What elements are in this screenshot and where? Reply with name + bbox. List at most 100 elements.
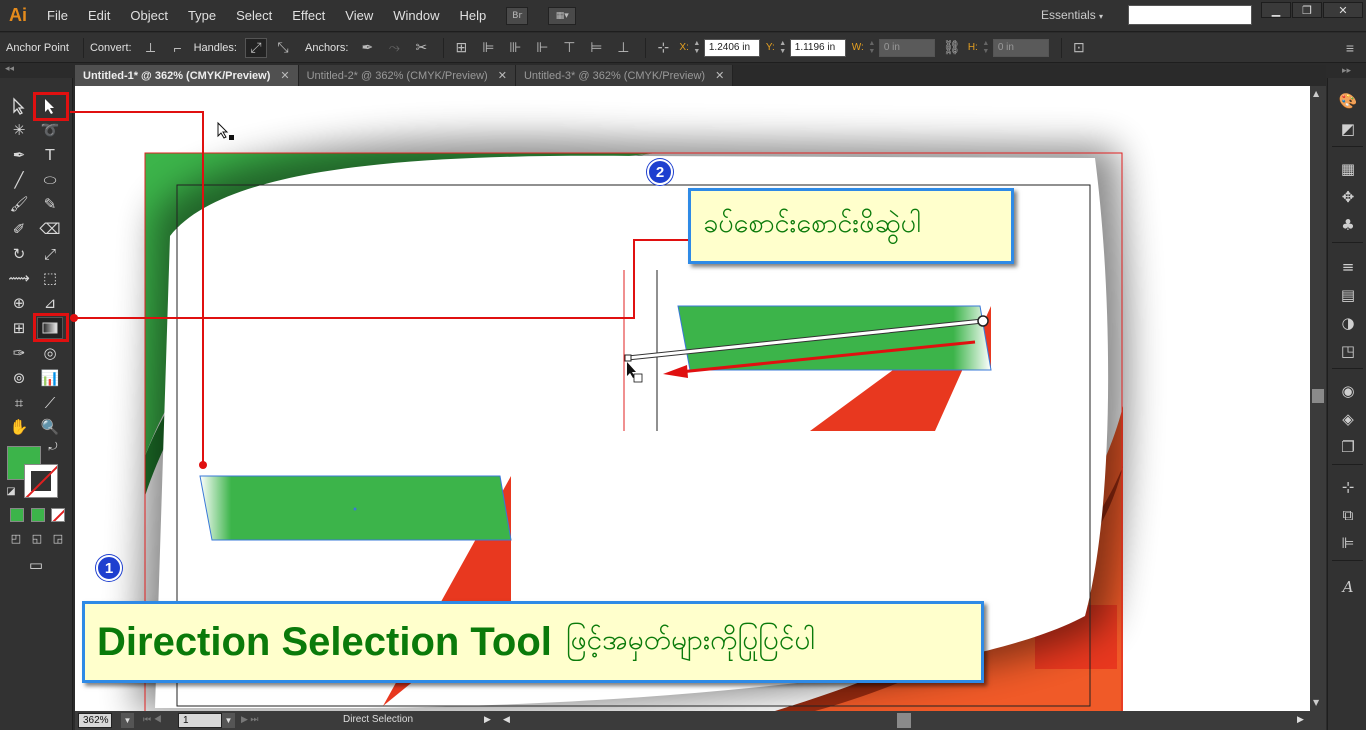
cut-path-icon[interactable]: ✂ — [410, 38, 432, 58]
convert-to-smooth-icon[interactable]: ⌐ — [167, 38, 189, 58]
paintbrush-tool-icon[interactable]: 🖌 — [6, 193, 32, 215]
layers-panel-icon[interactable]: ◈ — [1337, 408, 1359, 430]
gradient-start-stop[interactable] — [624, 354, 632, 362]
menu-select[interactable]: Select — [236, 8, 272, 23]
constrain-link-icon[interactable]: ⛓ — [941, 38, 963, 58]
menu-help[interactable]: Help — [459, 8, 486, 23]
pathfinder-panel-icon[interactable]: ⊫ — [1337, 532, 1359, 554]
zoom-tool-icon[interactable]: 🔍 — [37, 416, 63, 438]
symbol-sprayer-tool-icon[interactable]: ⊚ — [6, 367, 32, 389]
swatches-panel-icon[interactable]: ▦ — [1337, 158, 1359, 180]
search-input[interactable] — [1128, 5, 1252, 25]
y-stepper[interactable]: ▲ ▼ — [778, 39, 788, 57]
perspective-grid-tool-icon[interactable]: ⊿ — [37, 292, 63, 314]
shape-builder-tool-icon[interactable]: ⊕ — [6, 292, 32, 314]
width-tool-icon[interactable]: ⟿ — [6, 267, 32, 289]
line-segment-tool-icon[interactable]: ╱ — [6, 169, 32, 191]
transform-panel-icon[interactable]: ⊹ — [1337, 476, 1359, 498]
blend-tool-icon[interactable]: ◎ — [37, 342, 63, 364]
swap-fill-stroke-icon[interactable]: ⤾ — [46, 440, 60, 454]
eyedropper-tool-icon[interactable]: ✑ — [6, 342, 32, 364]
scroll-down-icon[interactable]: ▼ — [1313, 698, 1319, 707]
free-transform-tool-icon[interactable]: ⬚ — [37, 267, 63, 289]
type-tool-icon[interactable]: T — [37, 144, 63, 166]
artboards-panel-icon[interactable]: ❐ — [1337, 436, 1359, 458]
bridge-button[interactable]: Br — [506, 6, 529, 25]
close-tab-icon[interactable]: ✕ — [715, 69, 724, 82]
scroll-up-icon[interactable]: ▲ — [1313, 89, 1319, 98]
none-mode-icon[interactable] — [51, 508, 65, 522]
color-panel-icon[interactable]: 🎨 — [1337, 90, 1359, 112]
color-guide-panel-icon[interactable]: ◩ — [1337, 118, 1359, 140]
stroke-swatch[interactable] — [24, 464, 58, 498]
column-graph-tool-icon[interactable]: 📊 — [37, 367, 63, 389]
tab-untitled-1[interactable]: Untitled-1* @ 362% (CMYK/Preview) ✕ — [75, 65, 299, 86]
magic-wand-tool-icon[interactable]: ✳ — [6, 119, 32, 141]
gradient-panel-icon[interactable]: ▤ — [1337, 284, 1359, 306]
draw-inside-icon[interactable]: ◲ — [50, 530, 66, 546]
eraser-tool-icon[interactable]: ⌫ — [37, 218, 63, 240]
remove-anchor-icon[interactable]: ✒ — [356, 38, 378, 58]
toolbox-collapse-icon[interactable]: ◂◂ — [0, 64, 75, 78]
menu-edit[interactable]: Edit — [88, 8, 110, 23]
artboard-dropdown-icon[interactable]: ▼ — [222, 713, 235, 728]
artboard-tool-icon[interactable]: ⌗ — [6, 392, 32, 414]
lasso-tool-icon[interactable]: ➰ — [37, 119, 63, 141]
vertical-scroll-thumb[interactable] — [1312, 389, 1324, 403]
transparency-panel-icon[interactable]: ◑ — [1337, 312, 1359, 334]
arrange-documents-button[interactable]: ▦▾ — [548, 6, 577, 25]
ellipse-tool-icon[interactable]: ⬭ — [37, 169, 63, 191]
close-tab-icon[interactable]: ✕ — [498, 69, 507, 82]
scroll-left-icon[interactable]: ◀ — [503, 714, 510, 725]
control-panel-menu-icon[interactable]: ≡ — [1339, 38, 1361, 58]
show-handles-icon[interactable]: ⤢ — [244, 37, 267, 58]
selection-tool-icon[interactable] — [6, 95, 32, 117]
align-panel-icon[interactable]: ⧉ — [1337, 504, 1359, 526]
pencil-tool-icon[interactable]: ✎ — [37, 193, 63, 215]
restore-button[interactable]: ❐ — [1292, 2, 1322, 18]
appearance-panel-icon[interactable]: ◳ — [1337, 340, 1359, 362]
scale-tool-icon[interactable]: ⤢ — [37, 243, 63, 265]
scroll-right-icon[interactable]: ▶ — [1297, 714, 1304, 725]
tab-untitled-3[interactable]: Untitled-3* @ 362% (CMYK/Preview) ✕ — [515, 65, 734, 86]
minimize-button[interactable]: ▁ — [1261, 2, 1291, 18]
draw-behind-icon[interactable]: ◱ — [29, 530, 45, 546]
gradient-end-stop[interactable] — [977, 315, 989, 327]
brushes-panel-icon[interactable]: ✥ — [1337, 186, 1359, 208]
slice-tool-icon[interactable]: ⟋ — [37, 392, 63, 414]
menu-file[interactable]: File — [47, 8, 68, 23]
pen-tool-icon[interactable]: ✒ — [6, 144, 32, 166]
align-middle-icon[interactable]: ⊨ — [585, 38, 607, 58]
default-fill-stroke-icon[interactable]: ◪ — [4, 484, 18, 498]
convert-to-corner-icon[interactable]: ⟂ — [140, 38, 162, 58]
dock-collapse-icon[interactable]: ▸▸ — [1342, 66, 1351, 76]
status-menu-icon[interactable]: ▶ — [484, 714, 491, 725]
artboard-number-field[interactable]: 1 — [178, 713, 222, 728]
close-tab-icon[interactable]: ✕ — [280, 69, 289, 82]
vertical-scrollbar[interactable]: ▲ ▼ — [1310, 86, 1326, 711]
reference-point-icon[interactable]: ⊹ — [652, 38, 674, 58]
menu-effect[interactable]: Effect — [292, 8, 325, 23]
menu-window[interactable]: Window — [393, 8, 439, 23]
mesh-tool-icon[interactable]: ⊞ — [6, 317, 32, 339]
workspace-switcher[interactable]: Essentials ▾ — [1041, 8, 1103, 22]
menu-object[interactable]: Object — [130, 8, 168, 23]
zoom-field[interactable]: 362% — [78, 713, 112, 728]
x-field[interactable] — [703, 38, 760, 57]
menu-type[interactable]: Type — [188, 8, 216, 23]
gradient-mode-icon[interactable] — [31, 508, 45, 522]
x-stepper[interactable]: ▲ ▼ — [692, 39, 702, 57]
zoom-dropdown-icon[interactable]: ▼ — [121, 713, 134, 728]
align-left-icon[interactable]: ⊫ — [477, 38, 499, 58]
color-mode-icon[interactable] — [10, 508, 24, 522]
align-right-icon[interactable]: ⊩ — [531, 38, 553, 58]
isolate-object-icon[interactable]: ⊡ — [1068, 38, 1090, 58]
horizontal-scroll-thumb[interactable] — [897, 713, 911, 728]
graphic-styles-panel-icon[interactable]: ◉ — [1337, 380, 1359, 402]
draw-normal-icon[interactable]: ◰ — [8, 530, 24, 546]
symbols-panel-icon[interactable]: ♣ — [1337, 214, 1359, 236]
align-bottom-icon[interactable]: ⊥ — [612, 38, 634, 58]
close-button[interactable]: ✕ — [1323, 2, 1363, 18]
align-center-icon[interactable]: ⊪ — [504, 38, 526, 58]
align-to-icon[interactable]: ⊞ — [450, 38, 472, 58]
